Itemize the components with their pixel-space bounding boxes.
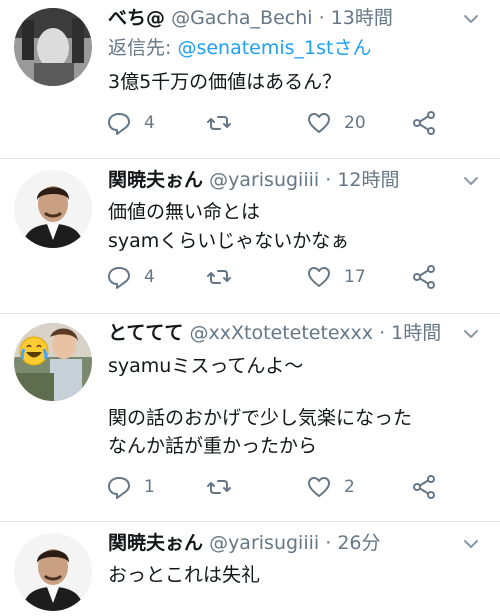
tweet-2[interactable]: 関暁夫ぉん @yarisugiiii · 12時間 価値の無い命とは syamく… bbox=[0, 159, 500, 314]
separator-dot: · bbox=[318, 7, 325, 29]
display-name[interactable]: とててて bbox=[108, 322, 183, 344]
reply-count: 1 bbox=[144, 477, 155, 497]
reply-icon bbox=[108, 113, 130, 135]
reply-button[interactable]: 4 bbox=[106, 106, 155, 140]
retweet-button[interactable] bbox=[206, 260, 244, 294]
retweet-icon bbox=[207, 270, 231, 284]
separator-dot: · bbox=[379, 322, 386, 344]
separator-dot: · bbox=[325, 532, 332, 554]
chevron-down-icon[interactable] bbox=[460, 323, 482, 345]
avatar[interactable] bbox=[14, 323, 92, 401]
tweet-4[interactable]: 関暁夫ぉん @yarisugiiii · 26分 おっとこれは失礼 bbox=[0, 522, 500, 616]
share-button[interactable] bbox=[411, 470, 437, 504]
separator-dot: · bbox=[325, 169, 332, 191]
tweet-actions: 1 2 bbox=[100, 470, 500, 504]
reply-prefix: 返信先: bbox=[108, 37, 178, 59]
tweet-actions: 4 20 bbox=[100, 106, 500, 140]
user-handle[interactable]: @Gacha_Bechi bbox=[171, 7, 313, 29]
avatar[interactable] bbox=[14, 8, 92, 86]
timestamp[interactable]: 12時間 bbox=[337, 169, 399, 191]
like-icon bbox=[308, 113, 330, 133]
reply-icon bbox=[108, 477, 130, 499]
chevron-down-icon[interactable] bbox=[460, 170, 482, 192]
retweet-icon bbox=[207, 480, 231, 494]
tweet-text-line: syamuミスってんよ〜 bbox=[108, 355, 304, 377]
display-name[interactable]: 関暁夫ぉん bbox=[108, 532, 203, 554]
tweet-actions: 4 17 bbox=[100, 260, 500, 294]
like-icon bbox=[308, 267, 330, 287]
share-button[interactable] bbox=[411, 106, 437, 140]
tweet-text-line: syamくらいじゃないかなぁ bbox=[108, 230, 350, 252]
like-button[interactable]: 20 bbox=[306, 106, 366, 140]
share-icon bbox=[413, 111, 435, 135]
reply-icon bbox=[108, 267, 130, 289]
user-handle[interactable]: @yarisugiiii bbox=[209, 532, 319, 554]
tweet-1[interactable]: べち@ @Gacha_Bechi · 13時間 返信先: @senatemis_… bbox=[0, 0, 500, 160]
timestamp[interactable]: 26分 bbox=[337, 532, 380, 554]
avatar[interactable] bbox=[14, 170, 92, 248]
tweet-header: べち@ @Gacha_Bechi · 13時間 bbox=[108, 4, 393, 32]
reply-context: 返信先: @senatemis_1stさん bbox=[108, 34, 372, 62]
reply-button[interactable]: 4 bbox=[106, 260, 155, 294]
retweet-button[interactable] bbox=[206, 106, 244, 140]
avatar[interactable] bbox=[14, 533, 92, 611]
like-count: 17 bbox=[344, 267, 366, 287]
timestamp[interactable]: 1時間 bbox=[391, 322, 441, 344]
tweet-3[interactable]: とててて @xxXtotetetetexxx · 1時間 syamuミスってんよ… bbox=[0, 314, 500, 522]
chevron-down-icon[interactable] bbox=[460, 8, 482, 30]
tweet-header: 関暁夫ぉん @yarisugiiii · 26分 bbox=[108, 529, 381, 557]
like-count: 2 bbox=[344, 477, 355, 497]
like-icon bbox=[308, 477, 330, 497]
reply-count: 4 bbox=[144, 267, 155, 287]
user-handle[interactable]: @yarisugiiii bbox=[209, 169, 319, 191]
tweet-text-line: なんか話が重かったから bbox=[108, 435, 318, 457]
tweet-header: 関暁夫ぉん @yarisugiiii · 12時間 bbox=[108, 166, 400, 194]
like-button[interactable]: 17 bbox=[306, 260, 366, 294]
display-name[interactable]: 関暁夫ぉん bbox=[108, 169, 203, 191]
like-count: 20 bbox=[344, 113, 366, 133]
user-handle[interactable]: @xxXtotetetetexxx bbox=[189, 322, 373, 344]
timestamp[interactable]: 13時間 bbox=[331, 7, 393, 29]
tweet-text-line: 3億5千万の価値はあるん？ bbox=[108, 71, 342, 93]
mention-link[interactable]: @senatemis_1stさん bbox=[177, 37, 371, 59]
share-icon bbox=[413, 265, 435, 289]
tweet-text-line: おっとこれは失礼 bbox=[108, 564, 261, 586]
share-icon bbox=[413, 475, 435, 499]
display-name[interactable]: べち@ bbox=[108, 7, 165, 29]
like-button[interactable]: 2 bbox=[306, 470, 355, 504]
reply-count: 4 bbox=[144, 113, 155, 133]
tweet-text-line: 価値の無い命とは bbox=[108, 201, 261, 223]
reply-button[interactable]: 1 bbox=[106, 470, 155, 504]
retweet-button[interactable] bbox=[206, 470, 244, 504]
share-button[interactable] bbox=[411, 260, 437, 294]
chevron-down-icon[interactable] bbox=[460, 533, 482, 555]
tweet-header: とててて @xxXtotetetetexxx · 1時間 bbox=[108, 319, 441, 347]
retweet-icon bbox=[207, 116, 231, 130]
tweet-text-line: 関の話のおかげで少し気楽になった bbox=[108, 407, 413, 429]
